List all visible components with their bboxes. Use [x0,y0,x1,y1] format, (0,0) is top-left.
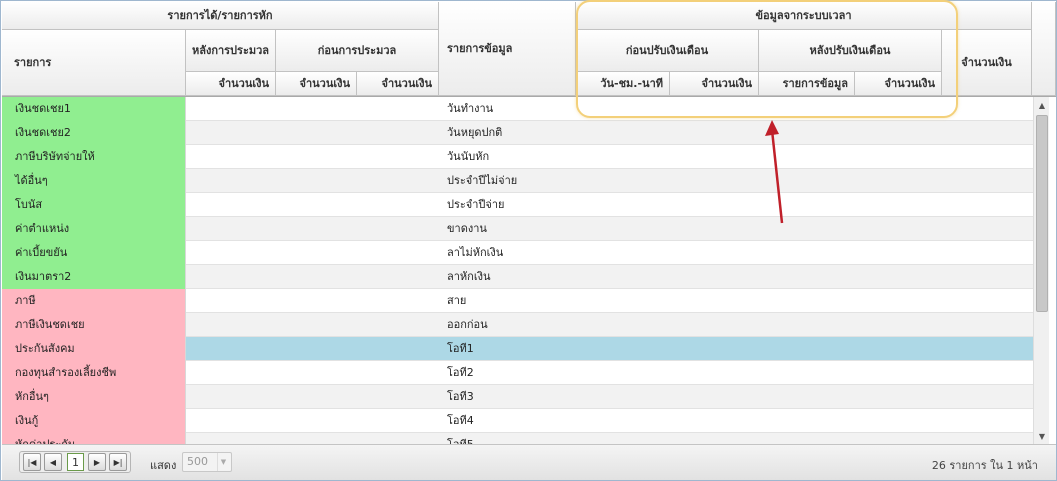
header-col-amount-before-adj[interactable]: จำนวนเงิน [670,72,759,96]
vertical-scrollbar[interactable]: ▲ ▼ [1033,97,1049,444]
table-row[interactable]: ภาษีเงินชดเชย ออกก่อน [2,313,1033,337]
row-data-item: ลาไม่หักเงิน [447,246,504,259]
grid-header: รายการได้/รายการหัก รายการข้อมูล ข้อมูลจ… [2,2,1056,97]
row-data-item: ขาดงาน [447,222,487,235]
row-item: หักค่าประกัน [2,433,186,444]
table-row[interactable]: ค่าตำแหน่ง ขาดงาน [2,217,1033,241]
row-data-item: โอที5 [439,433,474,444]
row-data-item: วันหยุดปกติ [447,126,503,139]
grid-footer: |◀ ◀ 1 ▶ ▶| แสดง 500 ▼ 26 รายการ ใน 1 หน… [2,444,1056,480]
row-data-item: โอที4 [447,414,474,427]
row-data-item: โอที2 [447,366,474,379]
header-col-amount-after[interactable]: จำนวนเงิน [186,72,276,96]
table-row[interactable]: หักอื่นๆ โอที3 [2,385,1033,409]
row-item: ค่าตำแหน่ง [2,217,186,241]
row-item: ภาษีบริษัทจ่ายให้ [2,145,186,169]
table-row[interactable]: เงินมาตรา2 ลาหักเงิน [2,265,1033,289]
table-row[interactable]: เงินชดเชย1 วันทำงาน [2,97,1033,121]
header-col-after-adjust: หลังปรับเงินเดือน [759,30,942,72]
row-data-item: สาย [447,294,467,307]
scroll-down-icon[interactable]: ▼ [1034,428,1050,444]
header-col-after-calc: หลังการประมวล [186,30,276,72]
scrollbar-thumb[interactable] [1036,115,1048,312]
header-col-item[interactable]: รายการ [2,30,186,96]
row-item: ภาษี [2,289,186,313]
row-item: เงินชดเชย2 [2,121,186,145]
header-col-amount-after-adj[interactable]: จำนวนเงิน [855,72,942,96]
table-row[interactable]: ได้อื่นๆ ประจำปีไม่จ่าย [2,169,1033,193]
row-item: โบนัส [2,193,186,217]
row-item: เงินชดเชย1 [2,97,186,121]
header-col-data-item-after-adj[interactable]: รายการข้อมูล [759,72,855,96]
record-summary: 26 รายการ ใน 1 หน้า [931,459,1038,472]
last-page-icon[interactable]: ▶| [109,453,127,471]
header-col-data-item[interactable]: รายการข้อมูล [439,2,576,96]
row-data-item: วันทำงาน [447,102,494,115]
table-row[interactable]: ภาษี สาย [2,289,1033,313]
row-item: ค่าเบี้ยขยัน [2,241,186,265]
table-row[interactable]: ค่าเบี้ยขยัน ลาไม่หักเงิน [2,241,1033,265]
header-col-amount-total[interactable]: จำนวนเงิน [942,30,1032,96]
header-col-before-calc: ก่อนการประมวล [276,30,439,72]
scroll-up-icon[interactable]: ▲ [1034,97,1050,113]
header-col-day-hour-minute[interactable]: วัน-ชม.-นาที [576,72,670,96]
header-col-amount-before-2[interactable]: จำนวนเงิน [357,72,439,96]
header-filler [1032,2,1056,96]
row-data-item: ประจำปีจ่าย [447,198,505,211]
header-col-before-adjust: ก่อนปรับเงินเดือน [576,30,759,72]
prev-page-icon[interactable]: ◀ [44,453,62,471]
row-data-item: ออกก่อน [447,318,488,331]
table-row[interactable]: หักค่าประกัน โอที5 [2,433,1033,444]
header-col-amount-before-1[interactable]: จำนวนเงิน [276,72,357,96]
row-item: หักอื่นๆ [2,385,186,409]
page-size-value: 500 [187,455,208,468]
header-group-time: ข้อมูลจากระบบเวลา [576,2,1032,30]
row-item: ภาษีเงินชดเชย [2,313,186,337]
table-row[interactable]: เงินกู้ โอที4 [2,409,1033,433]
payroll-grid: รายการได้/รายการหัก รายการข้อมูล ข้อมูลจ… [0,0,1057,481]
table-row[interactable]: กองทุนสำรองเลี้ยงชีพ โอที2 [2,361,1033,385]
first-page-icon[interactable]: |◀ [23,453,41,471]
next-page-icon[interactable]: ▶ [88,453,106,471]
grid-body: เงินชดเชย1 วันทำงาน เงินชดเชย2 วันหยุดปกติ… [2,97,1033,444]
table-row[interactable]: เงินชดเชย2 วันหยุดปกติ [2,121,1033,145]
page-size-select[interactable]: 500 ▼ [182,452,232,472]
row-item: ได้อื่นๆ [2,169,186,193]
current-page-input[interactable]: 1 [67,453,84,471]
table-row[interactable]: ภาษีบริษัทจ่ายให้ วันนับหัก [2,145,1033,169]
row-data-item: ลาหักเงิน [447,270,491,283]
row-item: กองทุนสำรองเลี้ยงชีพ [2,361,186,385]
table-row[interactable]: โบนัส ประจำปีจ่าย [2,193,1033,217]
header-group-income: รายการได้/รายการหัก [2,2,439,30]
table-row-selected[interactable]: ประกันสังคม โอที1 [2,337,1033,361]
row-item: เงินกู้ [2,409,186,433]
page-size-label: แสดง [150,459,177,472]
row-data-item: ประจำปีไม่จ่าย [447,174,518,187]
row-item: เงินมาตรา2 [2,265,186,289]
row-item: ประกันสังคม [2,337,186,361]
row-data-item: วันนับหัก [447,150,490,163]
row-data-item: โอที1 [447,342,474,355]
chevron-down-icon[interactable]: ▼ [217,453,229,471]
row-data-item: โอที3 [447,390,474,403]
